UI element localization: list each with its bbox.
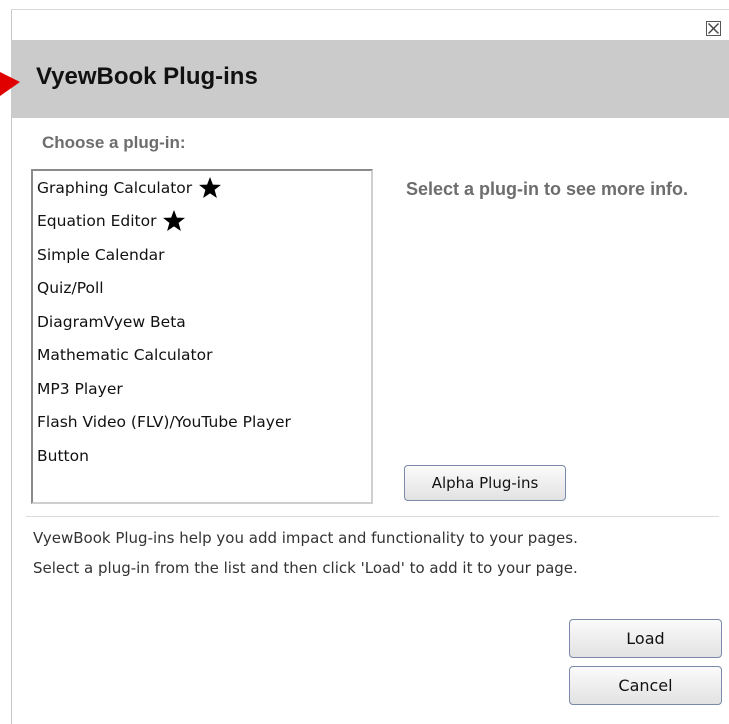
- plugin-label: MP3 Player: [37, 380, 123, 398]
- close-icon: [708, 23, 719, 34]
- description-line-1: VyewBook Plug-ins help you add impact an…: [33, 529, 578, 547]
- plugin-list-item[interactable]: Equation Editor: [37, 208, 186, 234]
- plugin-label: Graphing Calculator: [37, 179, 193, 197]
- plugin-label: Flash Video (FLV)/YouTube Player: [37, 413, 291, 431]
- star-icon: [199, 177, 222, 198]
- plugin-label: Mathematic Calculator: [37, 346, 213, 364]
- star-icon: [163, 210, 186, 231]
- plugin-list-item[interactable]: Graphing Calculator: [37, 175, 222, 201]
- red-arrow-icon: [0, 72, 20, 96]
- plugin-list-item[interactable]: Button: [37, 443, 89, 469]
- plugin-list-item[interactable]: DiagramVyew Beta: [37, 309, 186, 335]
- plugin-label: Button: [37, 447, 89, 465]
- load-button[interactable]: Load: [569, 619, 722, 658]
- alpha-plugins-button[interactable]: Alpha Plug-ins: [404, 465, 566, 501]
- plugin-label: Equation Editor: [37, 212, 157, 230]
- choose-plugin-label: Choose a plug-in:: [42, 133, 186, 152]
- plugin-label: Simple Calendar: [37, 246, 165, 264]
- plugin-list-item[interactable]: MP3 Player: [37, 376, 123, 402]
- plugin-list-item[interactable]: Mathematic Calculator: [37, 342, 212, 368]
- dialog-header: VyewBook Plug-ins: [11, 40, 729, 118]
- plugin-info-text: Select a plug-in to see more info.: [406, 179, 689, 199]
- plugin-label: DiagramVyew Beta: [37, 313, 186, 331]
- plugin-list-item[interactable]: Quiz/Poll: [37, 275, 104, 301]
- dialog-title: VyewBook Plug-ins: [36, 63, 258, 90]
- plugin-list-item[interactable]: Flash Video (FLV)/YouTube Player: [37, 409, 291, 435]
- plugin-listbox[interactable]: Graphing Calculator Equation Editor Simple…: [31, 169, 373, 504]
- plugin-list-item[interactable]: Simple Calendar: [37, 242, 165, 268]
- divider: [26, 516, 719, 517]
- plugin-label: Quiz/Poll: [37, 279, 104, 297]
- close-button[interactable]: [706, 21, 721, 36]
- cancel-button[interactable]: Cancel: [569, 666, 722, 705]
- description-line-2: Select a plug-in from the list and then …: [33, 559, 578, 577]
